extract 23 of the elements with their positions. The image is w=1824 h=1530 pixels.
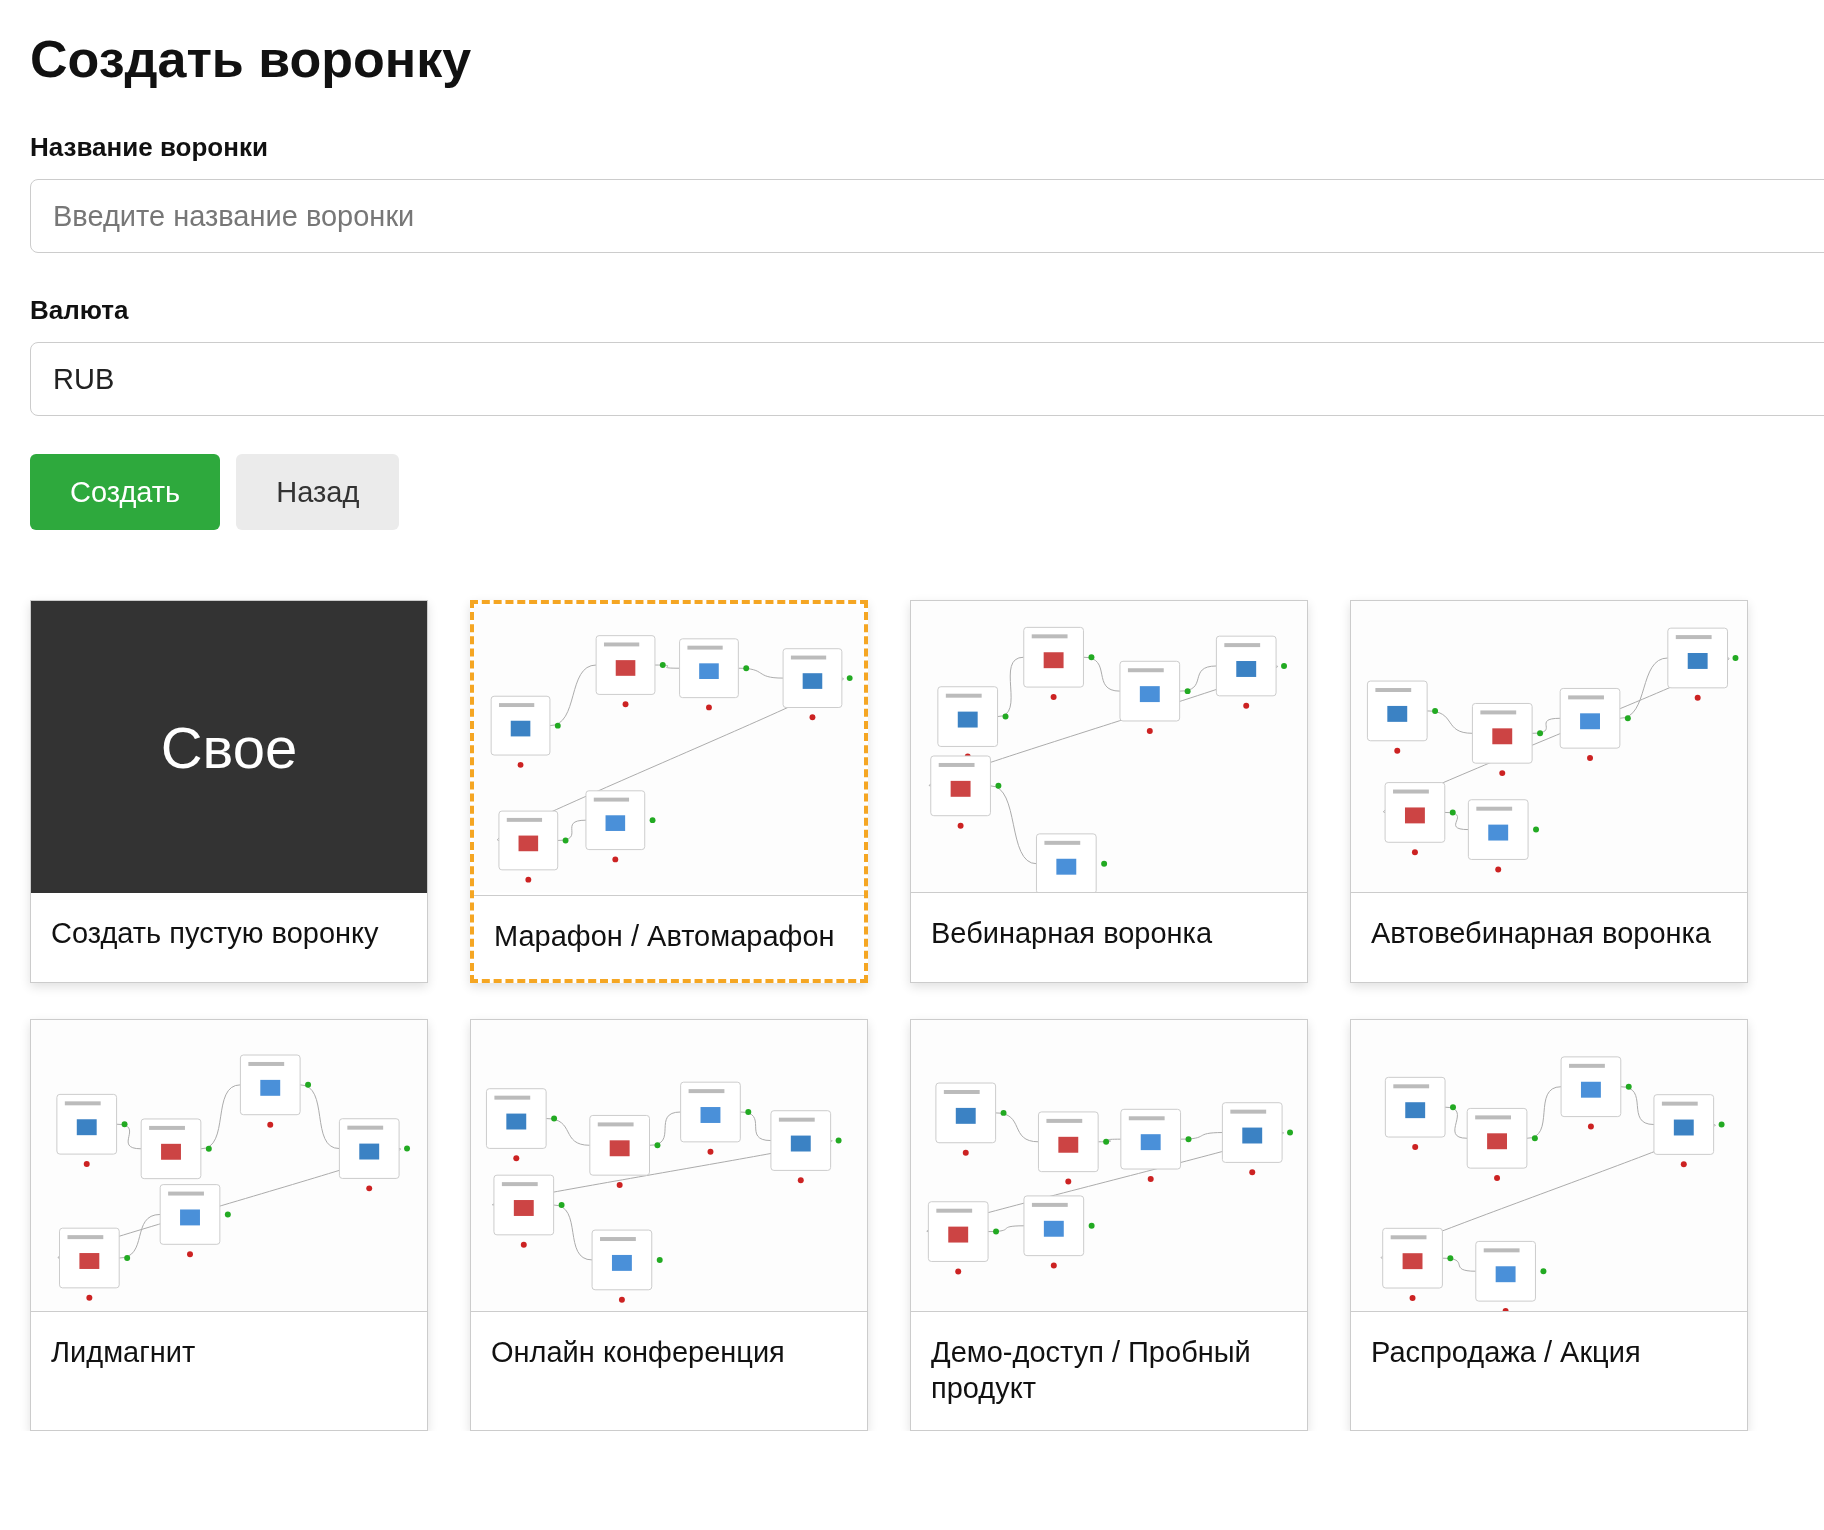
template-card[interactable]: Автовебинарная воронка [1350, 600, 1748, 983]
template-caption: Демо-доступ / Пробный продукт [930, 1334, 1252, 1406]
template-caption: Марафон / Автомарафон [493, 919, 836, 955]
template-caption: Вебинарная воронка [930, 916, 1214, 952]
template-caption: Распродажа / Акция [1370, 1334, 1642, 1370]
cover-title: Свое [31, 601, 427, 894]
template-caption: Автовебинарная воронка [1370, 916, 1712, 952]
field-label: Название воронки [30, 131, 269, 165]
template-caption: Создать пустую воронку [50, 916, 380, 952]
template-caption: Онлайн конференция [490, 1334, 786, 1370]
template-card[interactable]: Лидмагнит [30, 1018, 428, 1432]
page-title: Создать воронку [30, 29, 473, 90]
template-card[interactable]: Онлайн конференция [470, 1018, 868, 1432]
input-field[interactable]: Введите название воронки [30, 179, 1824, 254]
template-card[interactable]: Демо-доступ / Пробный продукт [910, 1018, 1308, 1432]
template-caption: Лидмагнит [50, 1334, 197, 1370]
field-label: Валюта [30, 294, 130, 328]
template-card[interactable]: Марафон / Автомарафон [470, 600, 868, 983]
input-field[interactable]: RUB [30, 342, 1824, 417]
back-button[interactable]: Назад [236, 454, 400, 531]
template-card[interactable]: Вебинарная воронка [910, 600, 1308, 983]
template-card[interactable]: Распродажа / Акция [1350, 1018, 1748, 1432]
template-card[interactable]: Свое Создать пустую воронку [30, 600, 428, 983]
